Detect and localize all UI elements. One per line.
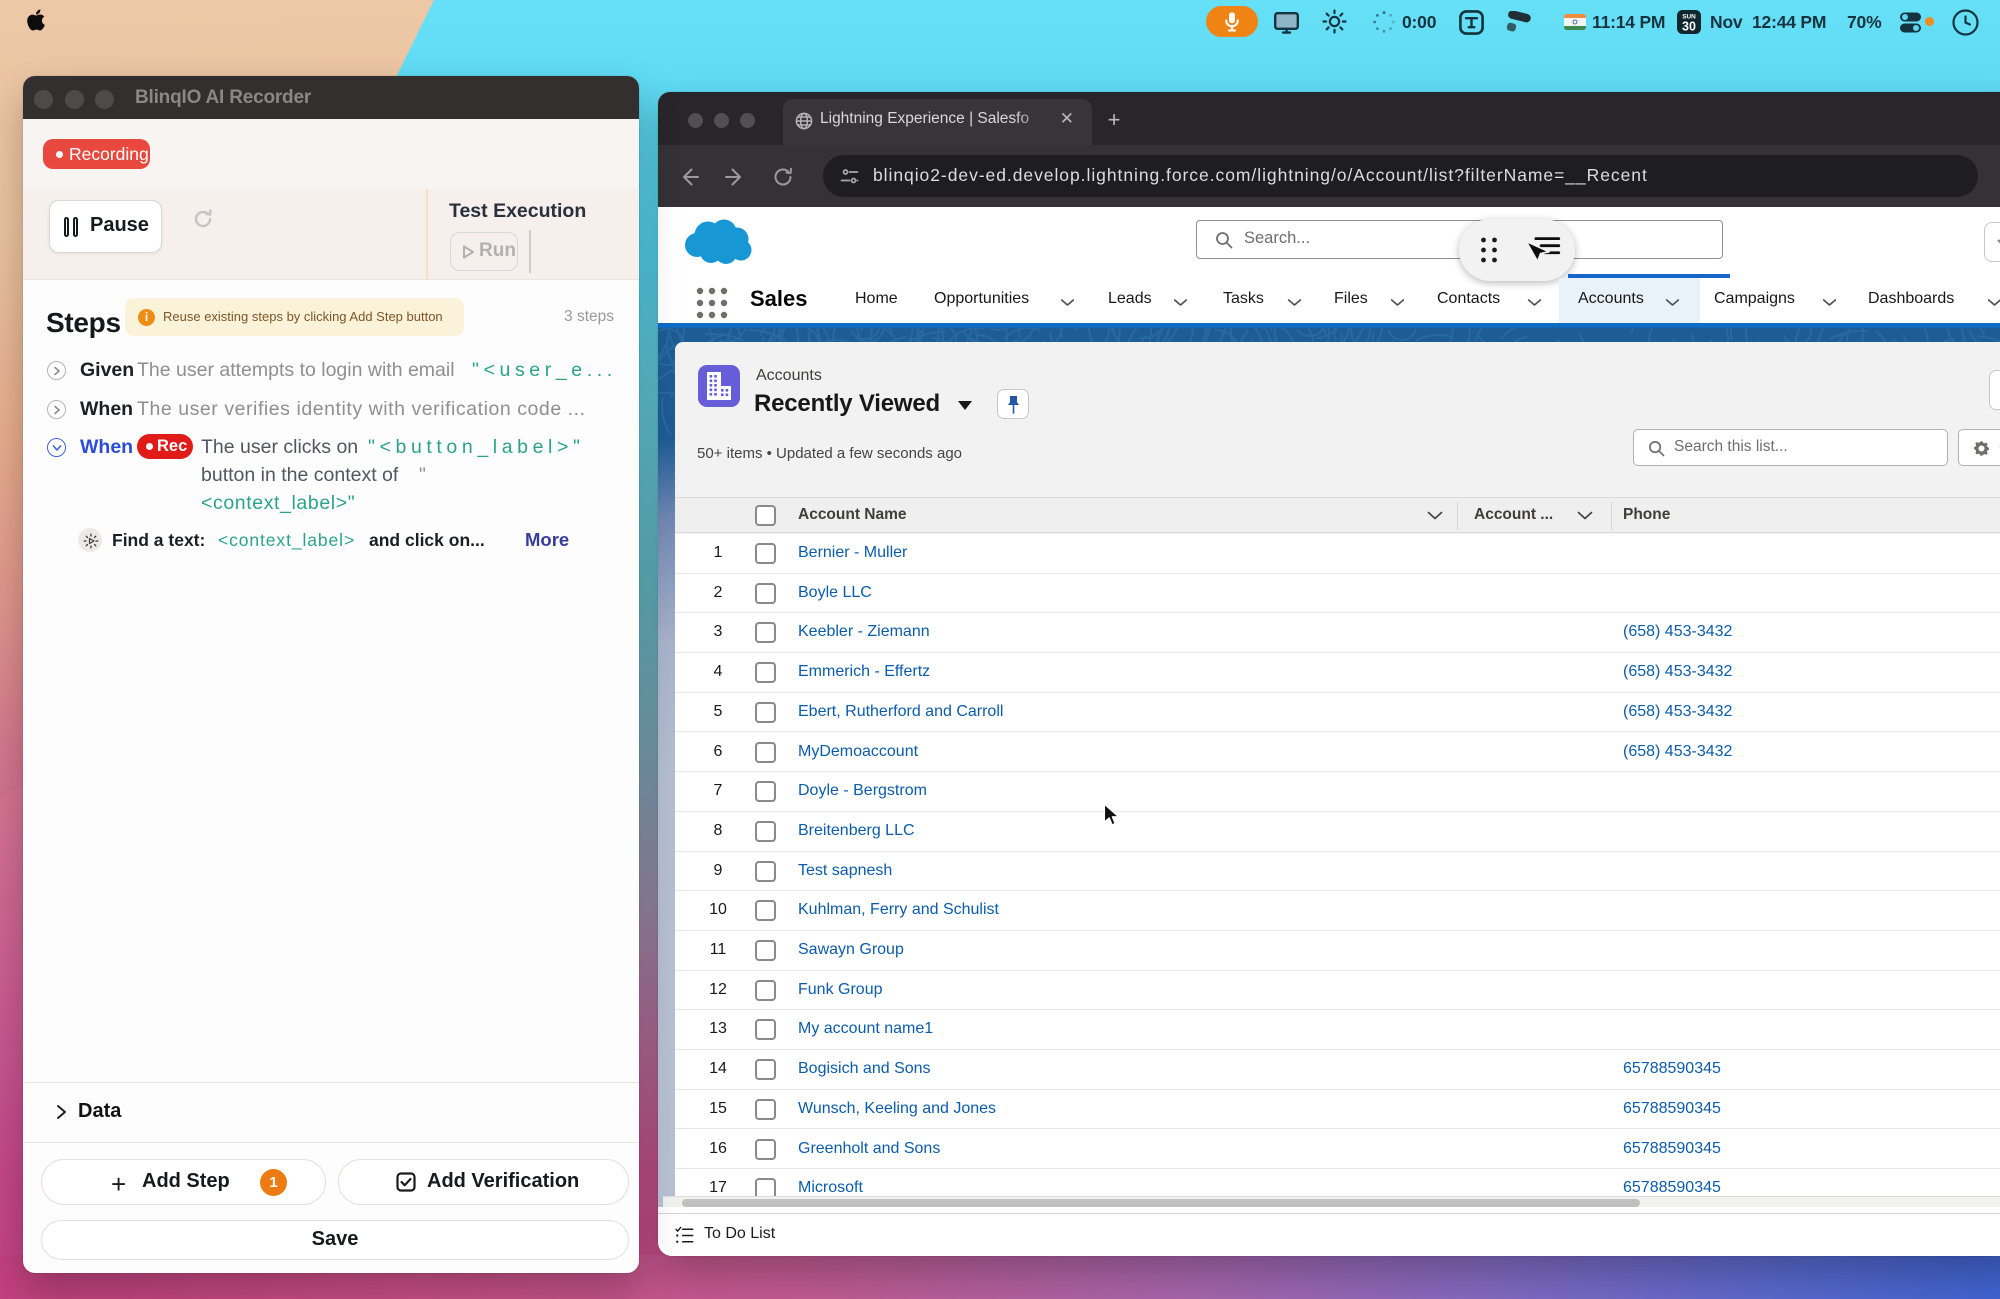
svg-text:30: 30	[1682, 19, 1696, 33]
